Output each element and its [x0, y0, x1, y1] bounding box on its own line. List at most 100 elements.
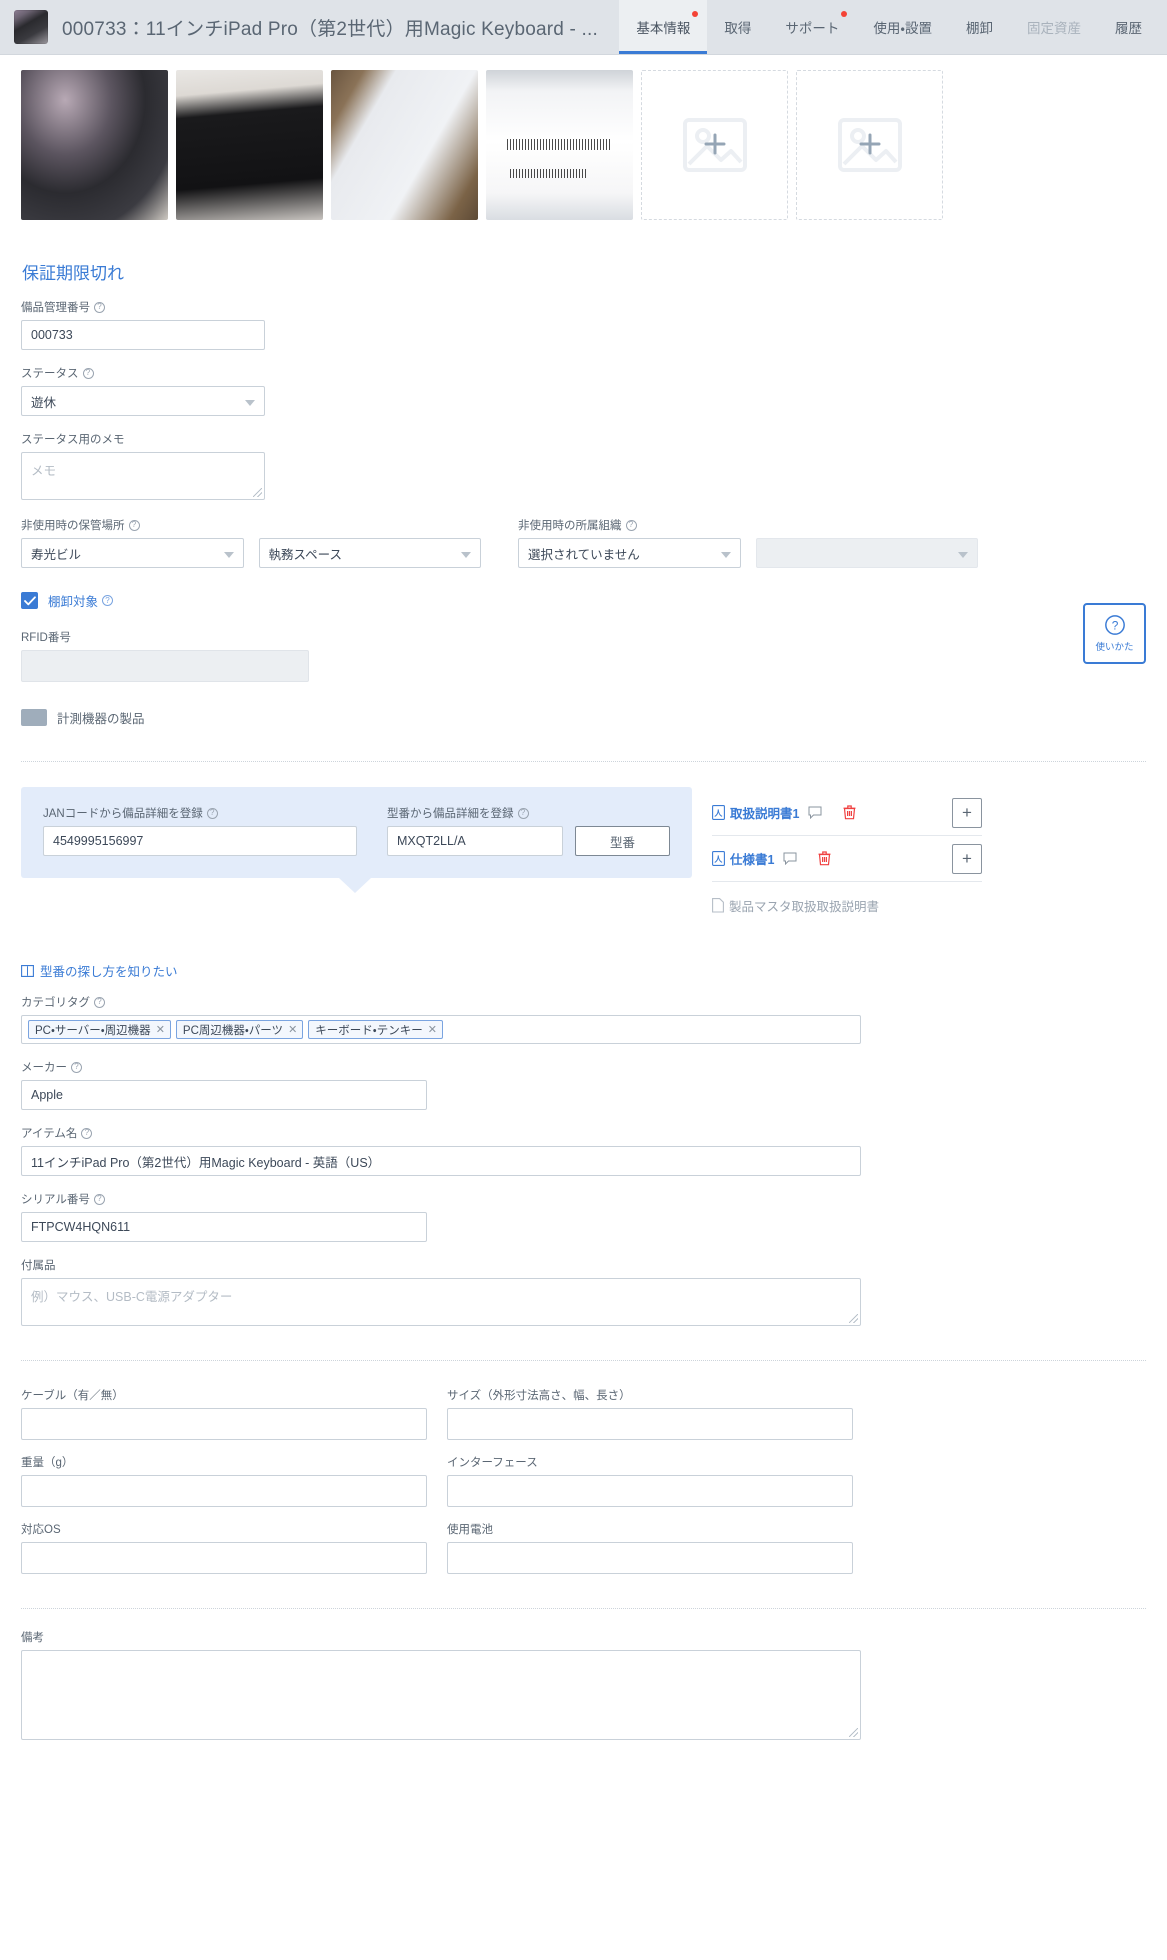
help-icon[interactable]: ? — [94, 301, 105, 313]
org-primary-select[interactable]: 選択されていません — [518, 538, 741, 568]
measuring-device-row: 計測機器の製品 — [21, 708, 1146, 727]
category-tag[interactable]: PC・サーバー・周辺機器 ✕ — [28, 1020, 171, 1039]
spec-row: ケーブル（有／無） サイズ（外形寸法高さ、幅、長さ） — [21, 1387, 1146, 1440]
add-document-button[interactable]: + — [952, 797, 982, 828]
maker-input[interactable]: Apple — [21, 1080, 427, 1110]
tab-basic-info[interactable]: 基本情報 — [619, 0, 708, 54]
resize-grip[interactable] — [849, 1314, 858, 1323]
storage-space-select[interactable]: 執務スペース — [258, 538, 481, 568]
help-icon[interactable]: ? — [102, 595, 114, 606]
interface-input[interactable] — [447, 1475, 853, 1507]
document-row: 人 仕様書1 + — [712, 836, 982, 882]
section-divider — [21, 761, 1146, 762]
help-icon[interactable]: ? — [128, 519, 140, 531]
field-label: 備品管理番号 ? — [21, 299, 1146, 315]
size-input[interactable] — [447, 1408, 853, 1440]
org-secondary-select — [755, 538, 978, 568]
category-tag[interactable]: キーボード・テンキー ✕ — [308, 1020, 443, 1039]
storage-building-select[interactable]: 寿光ビル — [21, 538, 244, 568]
help-icon[interactable]: ? — [94, 996, 105, 1008]
label-text: JANコードから備品詳細を登録 — [43, 808, 203, 820]
remove-tag-icon[interactable]: ✕ — [288, 1023, 297, 1036]
measuring-device-toggle[interactable] — [21, 709, 47, 726]
battery-input[interactable] — [447, 1542, 853, 1574]
photo-thumbnail[interactable] — [21, 70, 168, 220]
category-tag[interactable]: PC周辺機器・パーツ ✕ — [175, 1020, 304, 1039]
inventory-target-checkbox[interactable] — [21, 592, 38, 609]
storage-building-value: 寿光ビル — [31, 547, 82, 562]
book-icon — [21, 964, 34, 977]
field-storage-location: 非使用時の保管場所 ? 寿光ビル 執務スペース — [21, 517, 481, 568]
tab-inventory[interactable]: 棚卸 — [949, 0, 1010, 54]
help-icon[interactable]: ? — [71, 1061, 82, 1073]
registration-panel-row: JANコードから備品詳細を登録 ? 4549995156997 型番から備品詳細… — [21, 787, 1146, 928]
help-icon[interactable]: ? — [625, 519, 637, 531]
document-link-product-master: 製品マスタ取扱取扱説明書 — [712, 896, 879, 915]
remarks-textarea[interactable] — [21, 1650, 861, 1740]
field-label: サイズ（外形寸法高さ、幅、長さ） — [447, 1387, 853, 1403]
tab-label: 固定資産 — [1027, 21, 1081, 36]
add-photo-slot[interactable] — [641, 70, 788, 220]
item-thumbnail-avatar[interactable] — [14, 10, 48, 44]
resize-grip[interactable] — [253, 488, 262, 497]
field-rfid: RFID番号 — [21, 629, 1146, 682]
status-memo-textarea[interactable]: メモ — [21, 452, 265, 500]
serial-number-input[interactable]: FTPCW4HQN611 — [21, 1212, 427, 1242]
document-link-spec[interactable]: 人 仕様書1 — [712, 849, 774, 868]
label-text: 備考 — [21, 1632, 44, 1644]
status-select[interactable]: 遊休 — [21, 386, 265, 416]
location-org-row: 非使用時の保管場所 ? 寿光ビル 執務スペース 非使用時の所属組織 ? 選択され… — [21, 517, 1146, 568]
comment-icon[interactable] — [808, 806, 822, 819]
add-document-button[interactable]: + — [952, 843, 982, 874]
help-icon[interactable]: ? — [517, 807, 529, 819]
cable-input[interactable] — [21, 1408, 427, 1440]
label-text: カテゴリタグ — [21, 997, 90, 1009]
remove-tag-icon[interactable]: ✕ — [156, 1023, 165, 1036]
help-icon[interactable]: ? — [93, 1193, 105, 1205]
section-divider — [21, 1608, 1146, 1609]
help-button[interactable]: ? 使いかた — [1083, 603, 1146, 664]
comment-icon[interactable] — [783, 852, 797, 865]
photo-thumbnail[interactable] — [176, 70, 323, 220]
jan-code-input[interactable]: 4549995156997 — [43, 826, 357, 856]
photo-thumbnail[interactable] — [486, 70, 633, 220]
model-search-hint-link[interactable]: 型番の探し方を知りたい — [21, 961, 1146, 980]
tab-label: 棚卸 — [966, 21, 993, 36]
field-label: 使用電池 — [447, 1521, 853, 1537]
help-icon[interactable]: ? — [82, 367, 94, 379]
jan-panel-columns: JANコードから備品詳細を登録 ? 4549995156997 型番から備品詳細… — [43, 805, 670, 856]
item-name-input[interactable]: 11インチiPad Pro（第2世代）用Magic Keyboard - 英語（… — [21, 1146, 861, 1176]
tab-label: 履歴 — [1115, 21, 1142, 36]
tag-label: PC・サーバー・周辺機器 — [35, 1024, 151, 1037]
field-status: ステータス ? 遊休 — [21, 365, 1146, 416]
tab-fixed-assets: 固定資産 — [1010, 0, 1098, 54]
model-number-input[interactable]: MXQT2LL/A — [387, 826, 563, 856]
trash-icon[interactable] — [818, 851, 831, 866]
field-weight: 重量（g） — [21, 1454, 427, 1507]
tab-history[interactable]: 履歴 — [1098, 0, 1159, 54]
field-item-name: アイテム名 ? 11インチiPad Pro（第2世代）用Magic Keyboa… — [21, 1125, 1146, 1176]
tab-usage-installation[interactable]: 使用・設置 — [856, 0, 949, 54]
asset-number-input[interactable]: 000733 — [21, 320, 265, 350]
tab-acquisition[interactable]: 取得 — [707, 0, 768, 54]
field-size: サイズ（外形寸法高さ、幅、長さ） — [447, 1387, 853, 1440]
remove-tag-icon[interactable]: ✕ — [428, 1023, 437, 1036]
document-link-manual[interactable]: 人 取扱説明書1 — [712, 803, 799, 822]
status-value: 遊休 — [31, 395, 57, 410]
weight-input[interactable] — [21, 1475, 427, 1507]
field-label: 重量（g） — [21, 1454, 427, 1470]
help-icon[interactable]: ? — [81, 1127, 93, 1139]
os-input[interactable] — [21, 1542, 427, 1574]
tab-support[interactable]: サポート — [768, 0, 856, 54]
label-text: 備品管理番号 — [21, 302, 90, 314]
header-left: 000733：11インチiPad Pro（第2世代）用Magic Keyboar… — [0, 0, 619, 54]
label-text: 型番から備品詳細を登録 — [387, 808, 514, 820]
resize-grip[interactable] — [849, 1728, 858, 1737]
trash-icon[interactable] — [843, 805, 856, 820]
photo-thumbnail[interactable] — [331, 70, 478, 220]
add-photo-slot[interactable] — [796, 70, 943, 220]
model-number-search-button[interactable]: 型番 — [575, 826, 670, 856]
help-icon[interactable]: ? — [206, 807, 218, 819]
category-tags-input[interactable]: PC・サーバー・周辺機器 ✕ PC周辺機器・パーツ ✕ キーボード・テンキー ✕ — [21, 1015, 861, 1044]
accessories-textarea[interactable]: 例）マウス、USB-C電源アダプター — [21, 1278, 861, 1326]
